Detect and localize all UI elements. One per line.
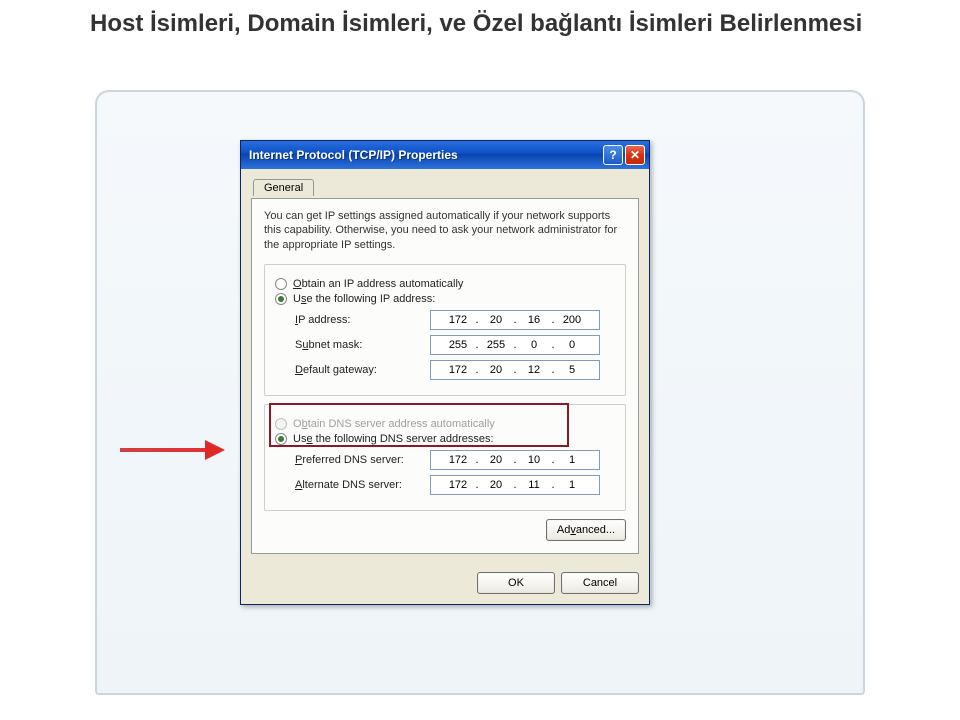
dialog-buttons: OK Cancel — [241, 564, 649, 604]
radio-use-ip-label: Use the following IP address: — [293, 293, 435, 305]
alternate-dns-input[interactable]: 172. 20. 11. 1 — [430, 475, 600, 495]
ip-seg: 0 — [519, 339, 549, 351]
ip-seg: 10 — [519, 454, 549, 466]
ip-seg: 20 — [481, 454, 511, 466]
ip-seg: 20 — [481, 479, 511, 491]
ip-seg: 172 — [443, 454, 473, 466]
radio-obtain-dns — [275, 418, 287, 430]
cancel-button[interactable]: Cancel — [561, 572, 639, 594]
ip-seg: 20 — [481, 364, 511, 376]
radio-use-dns-row[interactable]: Use the following DNS server addresses: — [275, 433, 615, 445]
ip-seg: 255 — [443, 339, 473, 351]
ip-seg: 255 — [481, 339, 511, 351]
help-button[interactable]: ? — [603, 145, 623, 165]
alternate-dns-label: Alternate DNS server: — [295, 479, 430, 491]
ok-button[interactable]: OK — [477, 572, 555, 594]
subnet-mask-row: Subnet mask: 255. 255. 0. 0 — [295, 335, 615, 355]
ip-seg: 1 — [557, 454, 587, 466]
preferred-dns-input[interactable]: 172. 20. 10. 1 — [430, 450, 600, 470]
close-button[interactable]: ✕ — [625, 145, 645, 165]
subnet-mask-input[interactable]: 255. 255. 0. 0 — [430, 335, 600, 355]
ip-seg: 12 — [519, 364, 549, 376]
ip-seg: 20 — [481, 314, 511, 326]
ip-address-row: IP address: 172. 20. 16. 200 — [295, 310, 615, 330]
close-icon: ✕ — [630, 148, 640, 162]
subnet-mask-label: Subnet mask: — [295, 339, 430, 351]
help-icon: ? — [609, 148, 616, 162]
radio-use-dns-label: Use the following DNS server addresses: — [293, 433, 494, 445]
preferred-dns-row: Preferred DNS server: 172. 20. 10. 1 — [295, 450, 615, 470]
tcpip-properties-dialog: Internet Protocol (TCP/IP) Properties ? … — [240, 140, 650, 605]
callout-arrow — [120, 440, 230, 460]
dialog-body: General You can get IP settings assigned… — [241, 169, 649, 564]
titlebar[interactable]: Internet Protocol (TCP/IP) Properties ? … — [241, 141, 649, 169]
advanced-button[interactable]: Advanced... — [546, 519, 626, 541]
radio-use-ip-row[interactable]: Use the following IP address: — [275, 293, 615, 305]
ip-seg: 172 — [443, 479, 473, 491]
ip-address-label: IP address: — [295, 314, 430, 326]
alternate-dns-row: Alternate DNS server: 172. 20. 11. 1 — [295, 475, 615, 495]
ip-settings-group: Obtain an IP address automatically Use t… — [264, 264, 626, 396]
general-tab-panel: You can get IP settings assigned automat… — [251, 198, 639, 554]
preferred-dns-label: Preferred DNS server: — [295, 454, 430, 466]
radio-use-dns[interactable] — [275, 433, 287, 445]
ip-seg: 172 — [443, 314, 473, 326]
ip-seg: 1 — [557, 479, 587, 491]
radio-obtain-dns-row: Obtain DNS server address automatically — [275, 418, 615, 430]
ip-seg: 200 — [557, 314, 587, 326]
radio-obtain-ip-label: Obtain an IP address automatically — [293, 278, 463, 290]
dns-settings-group: Obtain DNS server address automatically … — [264, 404, 626, 511]
radio-obtain-ip[interactable] — [275, 278, 287, 290]
dialog-title: Internet Protocol (TCP/IP) Properties — [249, 148, 601, 162]
radio-obtain-dns-label: Obtain DNS server address automatically — [293, 418, 495, 430]
ip-seg: 5 — [557, 364, 587, 376]
ip-address-input[interactable]: 172. 20. 16. 200 — [430, 310, 600, 330]
default-gateway-row: Default gateway: 172. 20. 12. 5 — [295, 360, 615, 380]
radio-obtain-ip-row[interactable]: Obtain an IP address automatically — [275, 278, 615, 290]
default-gateway-input[interactable]: 172. 20. 12. 5 — [430, 360, 600, 380]
tab-general[interactable]: General — [253, 179, 314, 196]
ip-seg: 16 — [519, 314, 549, 326]
ip-seg: 0 — [557, 339, 587, 351]
ip-seg: 172 — [443, 364, 473, 376]
description-text: You can get IP settings assigned automat… — [264, 209, 626, 252]
page-title: Host İsimleri, Domain İsimleri, ve Özel … — [0, 0, 960, 39]
radio-use-ip[interactable] — [275, 293, 287, 305]
default-gateway-label: Default gateway: — [295, 364, 430, 376]
ip-seg: 11 — [519, 479, 549, 491]
